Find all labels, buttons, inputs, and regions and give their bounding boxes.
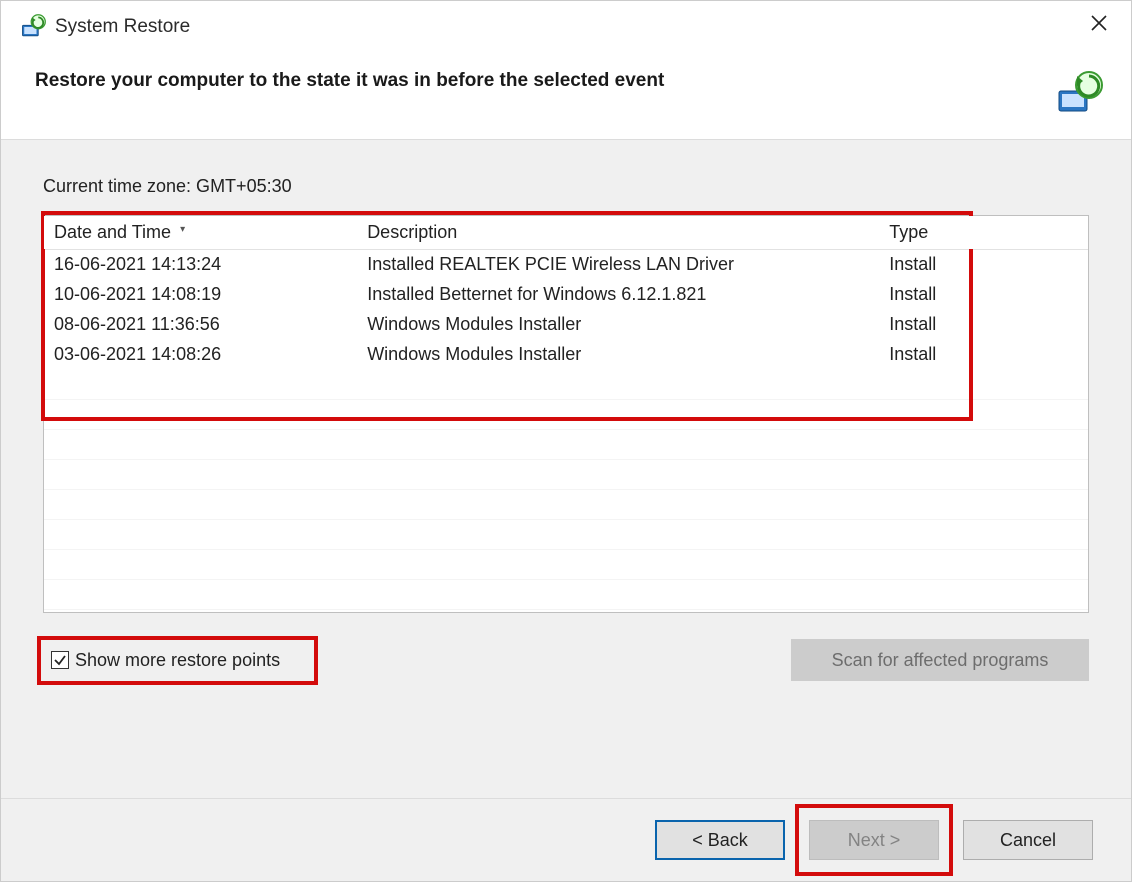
column-header-type[interactable]: Type (879, 216, 1088, 250)
table-cell-type: Install (879, 280, 1088, 310)
system-restore-window: System Restore Restore your computer to … (0, 0, 1132, 882)
cancel-button[interactable]: Cancel (963, 820, 1093, 860)
table-cell-desc: Windows Modules Installer (357, 310, 879, 340)
table-cell-type: Install (879, 250, 1088, 280)
column-header-date-label: Date and Time (54, 222, 171, 242)
table-row-empty (44, 580, 1088, 610)
titlebar: System Restore (1, 1, 1131, 49)
content-panel: Current time zone: GMT+05:30 Date and Ti… (1, 139, 1131, 799)
table-row-empty (44, 550, 1088, 580)
actions-row: Show more restore points Scan for affect… (43, 639, 1089, 681)
scan-affected-programs-button[interactable]: Scan for affected programs (791, 639, 1089, 681)
table-row[interactable]: 03-06-2021 14:08:26Windows Modules Insta… (44, 340, 1088, 370)
next-button-wrap: Next > (803, 814, 945, 866)
timezone-label: Current time zone: GMT+05:30 (43, 176, 1089, 197)
table-cell-date: 03-06-2021 14:08:26 (44, 340, 357, 370)
table-row-empty (44, 520, 1088, 550)
system-restore-large-icon (1053, 69, 1105, 121)
column-header-date[interactable]: Date and Time ▾ (44, 216, 357, 250)
header-area: Restore your computer to the state it wa… (1, 49, 1131, 139)
restore-points-table-wrap: Date and Time ▾ Description Type 16-06-2… (43, 215, 1089, 613)
table-cell-date: 16-06-2021 14:13:24 (44, 250, 357, 280)
table-row-empty (44, 400, 1088, 430)
next-button[interactable]: Next > (809, 820, 939, 860)
table-cell-date: 08-06-2021 11:36:56 (44, 310, 357, 340)
back-button[interactable]: < Back (655, 820, 785, 860)
table-cell-desc: Installed Betternet for Windows 6.12.1.8… (357, 280, 879, 310)
sort-descending-icon: ▾ (180, 224, 185, 235)
close-button[interactable] (1073, 3, 1125, 43)
column-header-description[interactable]: Description (357, 216, 879, 250)
table-cell-type: Install (879, 340, 1088, 370)
page-heading: Restore your computer to the state it wa… (35, 69, 664, 94)
show-more-wrap: Show more restore points (45, 642, 314, 679)
table-cell-desc: Windows Modules Installer (357, 340, 879, 370)
table-row-empty (44, 490, 1088, 520)
window-title: System Restore (55, 16, 190, 38)
table-cell-type: Install (879, 310, 1088, 340)
restore-points-listview[interactable]: Date and Time ▾ Description Type 16-06-2… (43, 215, 1089, 613)
system-restore-icon (19, 13, 47, 41)
table-row[interactable]: 10-06-2021 14:08:19Installed Betternet f… (44, 280, 1088, 310)
table-row-empty (44, 370, 1088, 400)
wizard-footer: < Back Next > Cancel (1, 799, 1131, 881)
table-row[interactable]: 16-06-2021 14:13:24Installed REALTEK PCI… (44, 250, 1088, 280)
table-row-empty (44, 460, 1088, 490)
table-header-row: Date and Time ▾ Description Type (44, 216, 1088, 250)
table-cell-desc: Installed REALTEK PCIE Wireless LAN Driv… (357, 250, 879, 280)
table-row-empty (44, 430, 1088, 460)
annotation-highlight-show-more (37, 636, 318, 685)
table-cell-date: 10-06-2021 14:08:19 (44, 280, 357, 310)
table-row[interactable]: 08-06-2021 11:36:56Windows Modules Insta… (44, 310, 1088, 340)
